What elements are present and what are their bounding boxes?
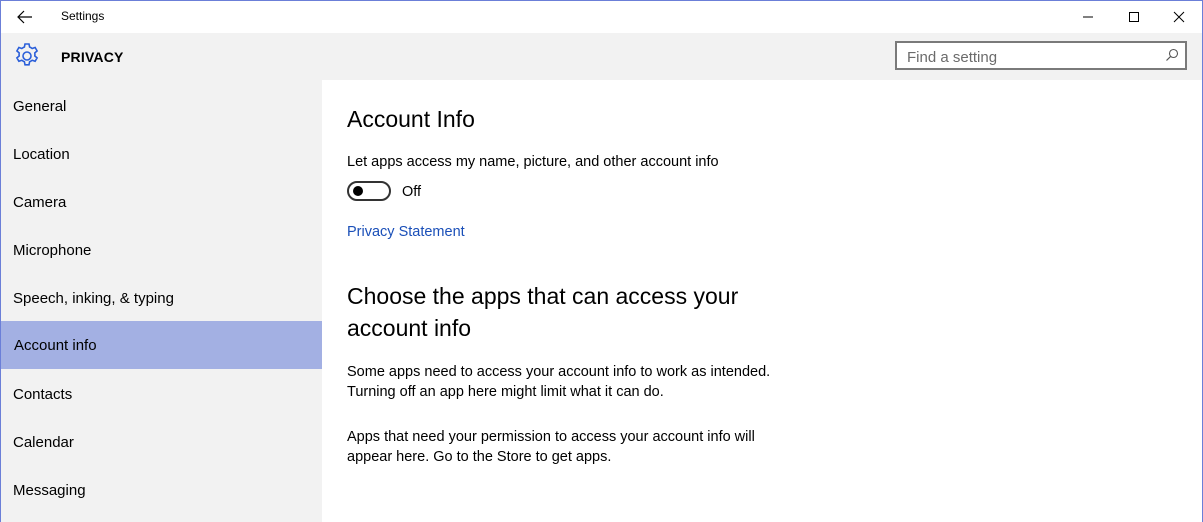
privacy-statement-link[interactable]: Privacy Statement — [347, 224, 465, 240]
gear-icon — [15, 43, 39, 66]
close-button[interactable] — [1156, 1, 1202, 33]
apps-empty-message-line-1: Apps that need your permission to access… — [347, 429, 755, 445]
maximize-icon — [1129, 12, 1139, 22]
sidebar-item-messaging[interactable]: Messaging — [1, 466, 322, 514]
section-heading: Account Info — [347, 106, 475, 132]
apps-description-line-1: Some apps need to access your account in… — [347, 364, 771, 380]
minimize-icon — [1083, 16, 1093, 18]
back-arrow-icon — [17, 10, 32, 24]
close-icon — [1173, 11, 1185, 23]
apps-description-paragraph: Some apps need to access your account in… — [347, 362, 807, 402]
sidebar-item-speech-inking-typing[interactable]: Speech, inking, & typing — [1, 274, 322, 322]
main-content: Account Info Let apps access my name, pi… — [322, 80, 1202, 522]
sidebar-item-account-info[interactable]: Account info — [1, 321, 322, 369]
search-icon[interactable] — [1165, 48, 1179, 62]
toggle-state-text: Off — [402, 184, 422, 200]
minimize-button[interactable] — [1065, 1, 1111, 33]
toggle-knob — [353, 186, 363, 196]
sidebar: General Location Camera Microphone Speec… — [1, 80, 322, 522]
page-title: PRIVACY — [61, 49, 124, 65]
apps-description-line-2: Turning off an app here might limit what… — [347, 384, 664, 400]
apps-empty-message: Apps that need your permission to access… — [347, 427, 807, 467]
back-button[interactable] — [5, 1, 45, 33]
settings-header: PRIVACY — [1, 33, 1202, 80]
apps-empty-message-line-2: appear here. Go to the Store to get apps… — [347, 449, 612, 465]
settings-window: Settings PRIVACY Find a setting General … — [0, 0, 1203, 522]
search-input[interactable] — [905, 46, 1159, 68]
sidebar-item-camera[interactable]: Camera — [1, 178, 322, 226]
account-info-access-toggle[interactable] — [347, 181, 391, 201]
sidebar-item-location[interactable]: Location — [1, 130, 322, 178]
sidebar-item-contacts[interactable]: Contacts — [1, 370, 322, 418]
title-bar: Settings — [1, 1, 1202, 33]
sidebar-item-microphone[interactable]: Microphone — [1, 226, 322, 274]
search-box[interactable] — [895, 41, 1187, 70]
toggle-label: Let apps access my name, picture, and ot… — [347, 154, 719, 170]
sidebar-item-calendar[interactable]: Calendar — [1, 418, 322, 466]
maximize-button[interactable] — [1111, 1, 1157, 33]
app-title: Settings — [61, 9, 105, 23]
apps-section-heading: Choose the apps that can access your acc… — [347, 283, 739, 341]
sidebar-item-general[interactable]: General — [1, 82, 322, 130]
